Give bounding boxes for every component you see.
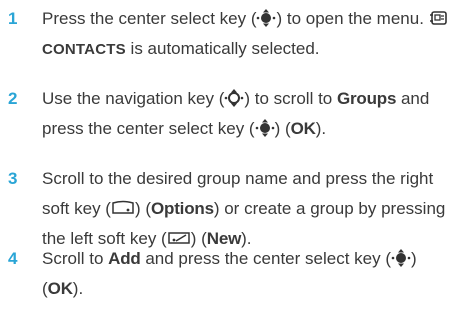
step-text: Scroll to Add and press the center selec… (42, 244, 460, 304)
step-number: 2 (8, 89, 18, 108)
text: ) ( (274, 119, 291, 138)
text: Press the center select key ( (42, 9, 257, 28)
text: and press the center select key ( (140, 249, 391, 268)
step-text: Press the center select key ( ) to open t… (42, 4, 460, 65)
text: ). (72, 279, 84, 298)
center-select-key-icon (255, 119, 275, 137)
ok-label: OK (290, 119, 316, 138)
step-number: 4 (8, 249, 18, 268)
step-number: 3 (8, 169, 18, 188)
center-select-key-icon (256, 9, 276, 27)
step-number: 1 (8, 9, 18, 28)
contacts-label: CONTACTS (42, 41, 126, 58)
text: ). (315, 119, 327, 138)
center-select-key-icon (391, 249, 411, 267)
contacts-icon (429, 9, 449, 27)
text: is automatically selected. (125, 39, 320, 58)
right-soft-key-icon (111, 199, 135, 217)
instruction-steps: 1 Press the center select key ( ) to open… (0, 0, 466, 324)
step-text: Use the navigation key ( ) to scroll to G… (42, 84, 460, 144)
ok-label: OK (47, 279, 73, 298)
text: ) to scroll to (244, 89, 337, 108)
text: Scroll to (42, 249, 109, 268)
navigation-key-icon (224, 89, 244, 107)
groups-label: Groups (336, 89, 397, 108)
text: ) to open the menu. (276, 9, 424, 28)
add-label: Add (108, 249, 141, 268)
text: Use the navigation key ( (42, 89, 225, 108)
text: ) ( (134, 199, 152, 218)
step-text: Scroll to the desired group name and pre… (42, 164, 460, 254)
options-label: Options (151, 199, 214, 218)
